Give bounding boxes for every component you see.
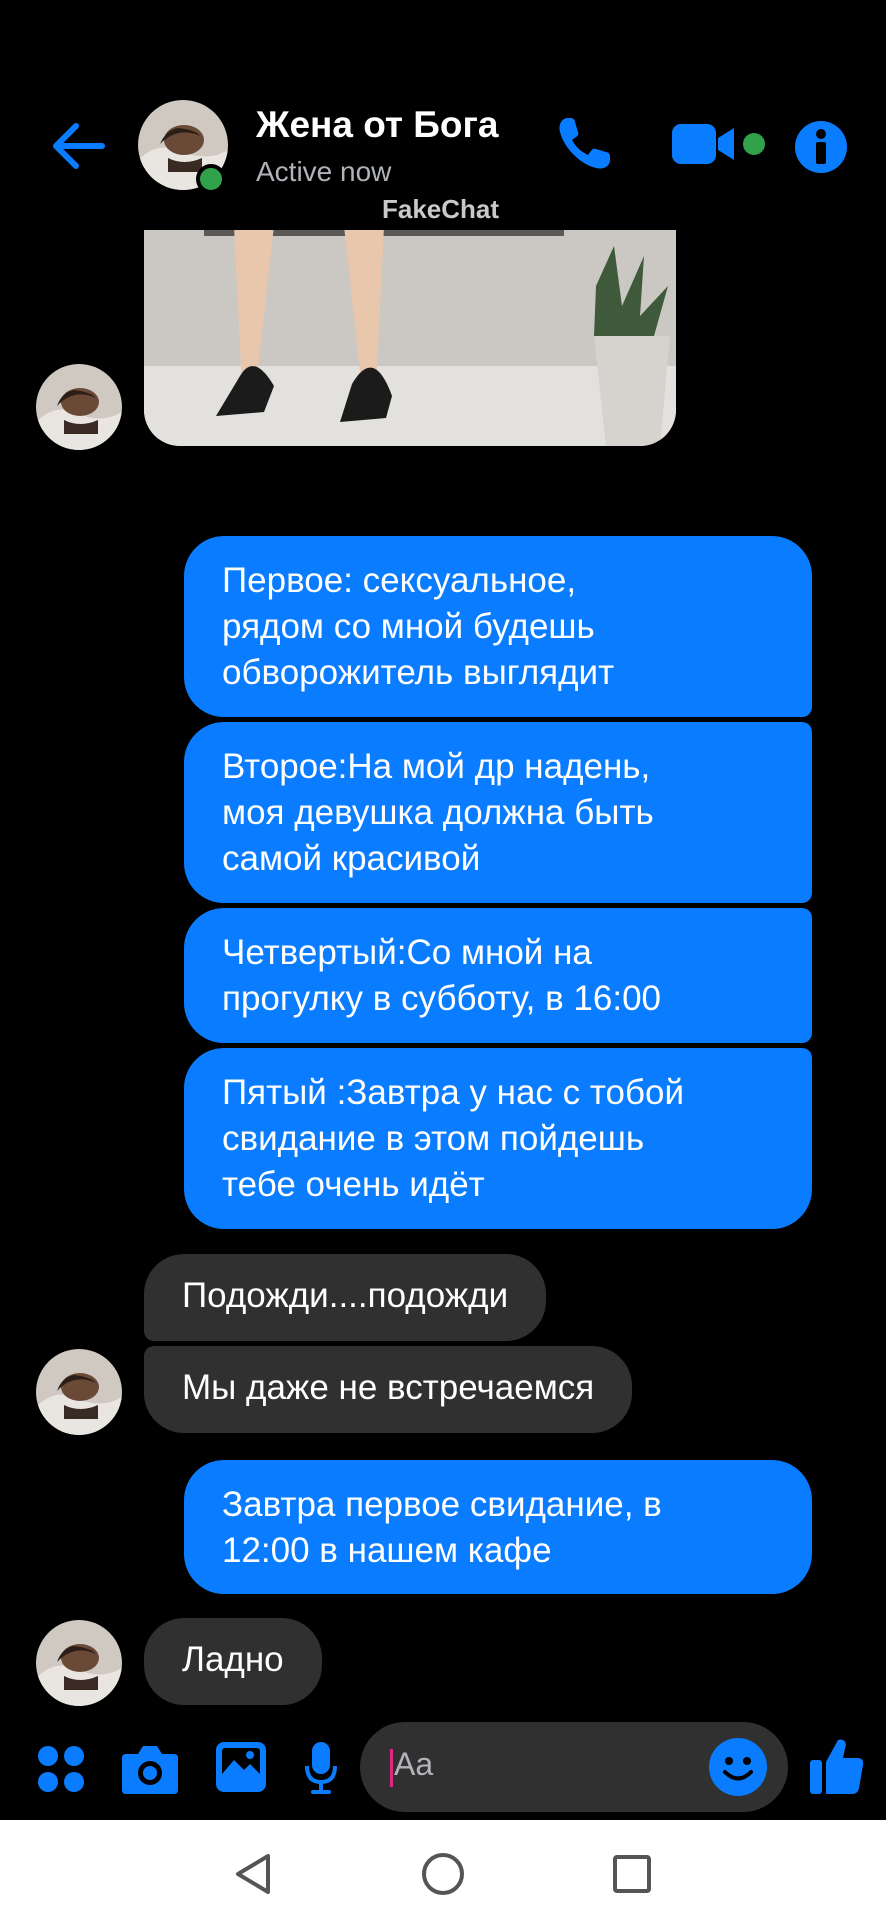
apps-button[interactable] bbox=[36, 1744, 86, 1794]
message-line: Первое: сексуальное, bbox=[222, 561, 577, 600]
phone-icon bbox=[559, 118, 610, 169]
message-bubble-outgoing[interactable]: Завтра первое свидание, в 12:00 в нашем … bbox=[184, 1460, 812, 1594]
message-line: рядом со мной будешь bbox=[222, 607, 595, 646]
message-line: тебе очень идёт bbox=[222, 1165, 485, 1204]
message-line: 12:00 в нашем кафе bbox=[222, 1531, 552, 1570]
message-bubble-outgoing[interactable]: Первое: сексуальное, рядом со мной будеш… bbox=[184, 536, 812, 717]
message-line: Четвертый:Со мной на bbox=[222, 933, 592, 972]
message-line: Пятый :Завтра у нас с тобой bbox=[222, 1073, 685, 1112]
watermark: FakeChat bbox=[382, 194, 500, 224]
like-button[interactable] bbox=[808, 1736, 866, 1796]
message-line: прогулку в субботу, в 16:00 bbox=[222, 979, 662, 1018]
message-bubble-incoming[interactable]: Ладно bbox=[144, 1618, 322, 1705]
back-arrow-icon bbox=[53, 123, 105, 169]
gallery-icon bbox=[216, 1742, 266, 1792]
shared-photo bbox=[144, 226, 676, 446]
online-indicator bbox=[196, 164, 226, 194]
gallery-button[interactable] bbox=[214, 1740, 268, 1794]
triangle-back-icon bbox=[236, 1854, 270, 1894]
nav-back-button[interactable] bbox=[232, 1852, 274, 1896]
nav-recents-button[interactable] bbox=[612, 1854, 652, 1894]
message-bubble-outgoing[interactable]: Пятый :Завтра у нас с тобой свидание в э… bbox=[184, 1048, 812, 1229]
square-recents-icon bbox=[613, 1855, 651, 1893]
contact-name[interactable]: Жена от Бога bbox=[256, 104, 499, 146]
message-bubble-outgoing[interactable]: Четвертый:Со мной на прогулку в субботу,… bbox=[184, 908, 812, 1043]
nav-home-button[interactable] bbox=[421, 1852, 465, 1896]
camera-button[interactable] bbox=[120, 1742, 180, 1796]
message-line: моя девушка должна быть bbox=[222, 793, 654, 832]
contact-status: Active now bbox=[256, 156, 392, 187]
contact-avatar-small[interactable] bbox=[36, 1620, 122, 1706]
message-line: Второе:На мой др надень, bbox=[222, 747, 651, 786]
system-navigation-bar bbox=[0, 1820, 886, 1920]
video-camera-icon bbox=[672, 124, 765, 164]
like-icon bbox=[810, 1739, 864, 1794]
microphone-button[interactable] bbox=[304, 1740, 338, 1796]
message-bubble-outgoing[interactable]: Второе:На мой др надень, моя девушка дол… bbox=[184, 722, 812, 903]
info-button[interactable] bbox=[794, 120, 848, 174]
camera-icon bbox=[122, 1746, 178, 1794]
call-button[interactable] bbox=[552, 112, 616, 176]
emoji-button[interactable] bbox=[708, 1737, 768, 1797]
message-line: свидание в этом пойдешь bbox=[222, 1119, 645, 1158]
microphone-icon bbox=[305, 1742, 337, 1794]
photo-message[interactable] bbox=[144, 226, 676, 446]
contact-avatar-small[interactable] bbox=[36, 1349, 122, 1435]
text-cursor bbox=[390, 1749, 393, 1787]
message-text: Ладно bbox=[182, 1640, 284, 1679]
message-bubble-incoming[interactable]: Подожди....подожди bbox=[144, 1254, 547, 1341]
message-line: самой красивой bbox=[222, 839, 481, 878]
apps-icon bbox=[38, 1746, 84, 1792]
emoji-icon bbox=[709, 1738, 767, 1796]
message-text: Подожди....подожди bbox=[182, 1276, 509, 1315]
message-text: Мы даже не встречаемся bbox=[182, 1368, 595, 1407]
info-icon bbox=[795, 121, 847, 173]
message-input-placeholder: Aa bbox=[394, 1746, 434, 1782]
message-line: Завтра первое свидание, в bbox=[222, 1485, 662, 1524]
circle-home-icon bbox=[422, 1853, 464, 1895]
video-call-button[interactable] bbox=[668, 118, 772, 174]
back-button[interactable] bbox=[44, 110, 116, 182]
contact-avatar-small[interactable] bbox=[36, 364, 122, 450]
message-bubble-incoming[interactable]: Мы даже не встречаемся bbox=[144, 1346, 633, 1433]
message-line: обворожитель выглядит bbox=[222, 653, 615, 692]
